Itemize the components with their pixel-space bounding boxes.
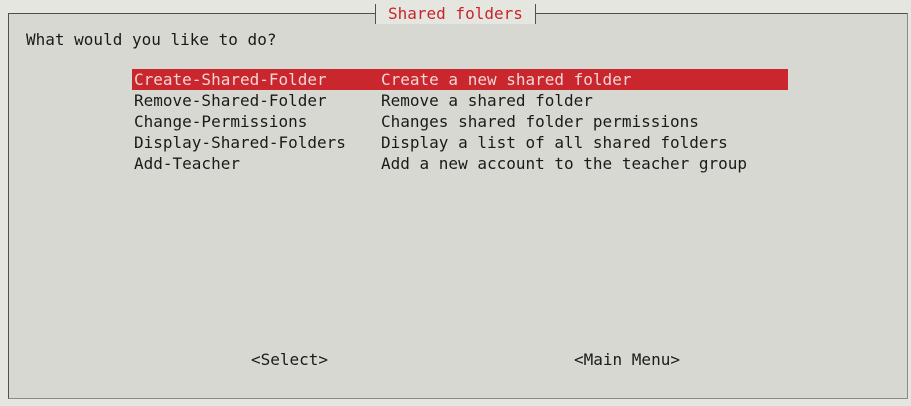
menu-item-description: Changes shared folder permissions	[381, 112, 699, 131]
menu-item-description: Display a list of all shared folders	[381, 133, 728, 152]
menu-item-description: Remove a shared folder	[381, 91, 593, 110]
menu-item-tag: Change-Permissions	[134, 112, 308, 131]
menu-item-tag: Add-Teacher	[134, 154, 240, 173]
menu-item-tag: Remove-Shared-Folder	[134, 91, 327, 110]
menu-item-change-permissions[interactable]: Change-Permissions Changes shared folder…	[132, 111, 788, 132]
shared-folders-dialog: Shared folders What would you like to do…	[8, 4, 908, 399]
menu-item-tag: Display-Shared-Folders	[134, 133, 346, 152]
dialog-title: Shared folders	[375, 4, 536, 24]
menu-item-tag: Create-Shared-Folder	[134, 70, 327, 89]
dialog-prompt: What would you like to do?	[26, 30, 277, 49]
menu-item-display-shared-folders[interactable]: Display-Shared-Folders Display a list of…	[132, 132, 788, 153]
menu-item-description: Add a new account to the teacher group	[381, 154, 748, 173]
menu-item-create-shared-folder[interactable]: Create-Shared-Folder Create a new shared…	[132, 69, 788, 90]
menu-item-add-teacher[interactable]: Add-Teacher Add a new account to the tea…	[132, 153, 788, 174]
menu-item-description: Create a new shared folder	[381, 70, 632, 89]
menu-item-remove-shared-folder[interactable]: Remove-Shared-Folder Remove a shared fol…	[132, 90, 788, 111]
menu-list: Create-Shared-Folder Create a new shared…	[132, 69, 788, 174]
select-button[interactable]: <Select>	[251, 350, 328, 369]
main-menu-button[interactable]: <Main Menu>	[574, 350, 680, 369]
